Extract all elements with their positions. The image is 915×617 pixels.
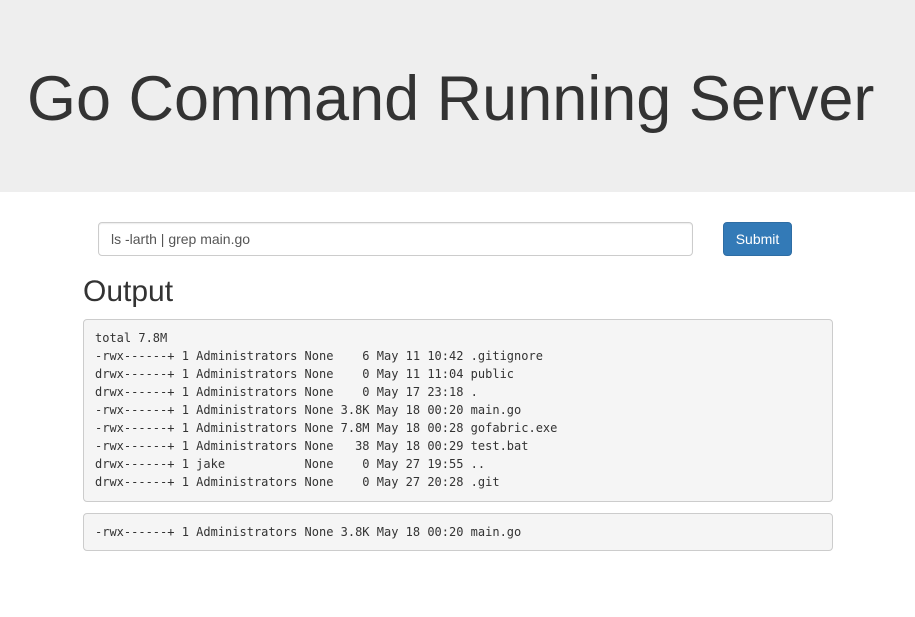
output-line: -rwx------+ 1 Administrators None 3.8K M… <box>95 525 522 539</box>
output-line: drwx------+ 1 Administrators None 0 May … <box>95 367 515 381</box>
output-line: drwx------+ 1 Administrators None 0 May … <box>95 385 478 399</box>
output-line: -rwx------+ 1 Administrators None 38 May… <box>95 439 529 453</box>
output-heading: Output <box>83 275 174 308</box>
header-banner: Go Command Running Server <box>0 0 915 192</box>
output-line: drwx------+ 1 Administrators None 0 May … <box>95 475 500 489</box>
output-block-previous: total 7.8M -rwx------+ 1 Administrators N… <box>83 319 833 502</box>
output-line: total 7.8M <box>95 331 168 345</box>
page-title: Go Command Running Server <box>27 64 875 134</box>
output-block-latest: -rwx------+ 1 Administrators None 3.8K M… <box>83 513 833 551</box>
submit-button[interactable]: Submit <box>723 222 792 256</box>
output-line: drwx------+ 1 jake None 0 May 27 19:55 .… <box>95 457 486 471</box>
output-line: -rwx------+ 1 Administrators None 3.8K M… <box>95 403 522 417</box>
output-line: -rwx------+ 1 Administrators None 6 May … <box>95 349 543 363</box>
output-line: -rwx------+ 1 Administrators None 7.8M M… <box>95 421 558 435</box>
command-input[interactable] <box>98 222 693 256</box>
